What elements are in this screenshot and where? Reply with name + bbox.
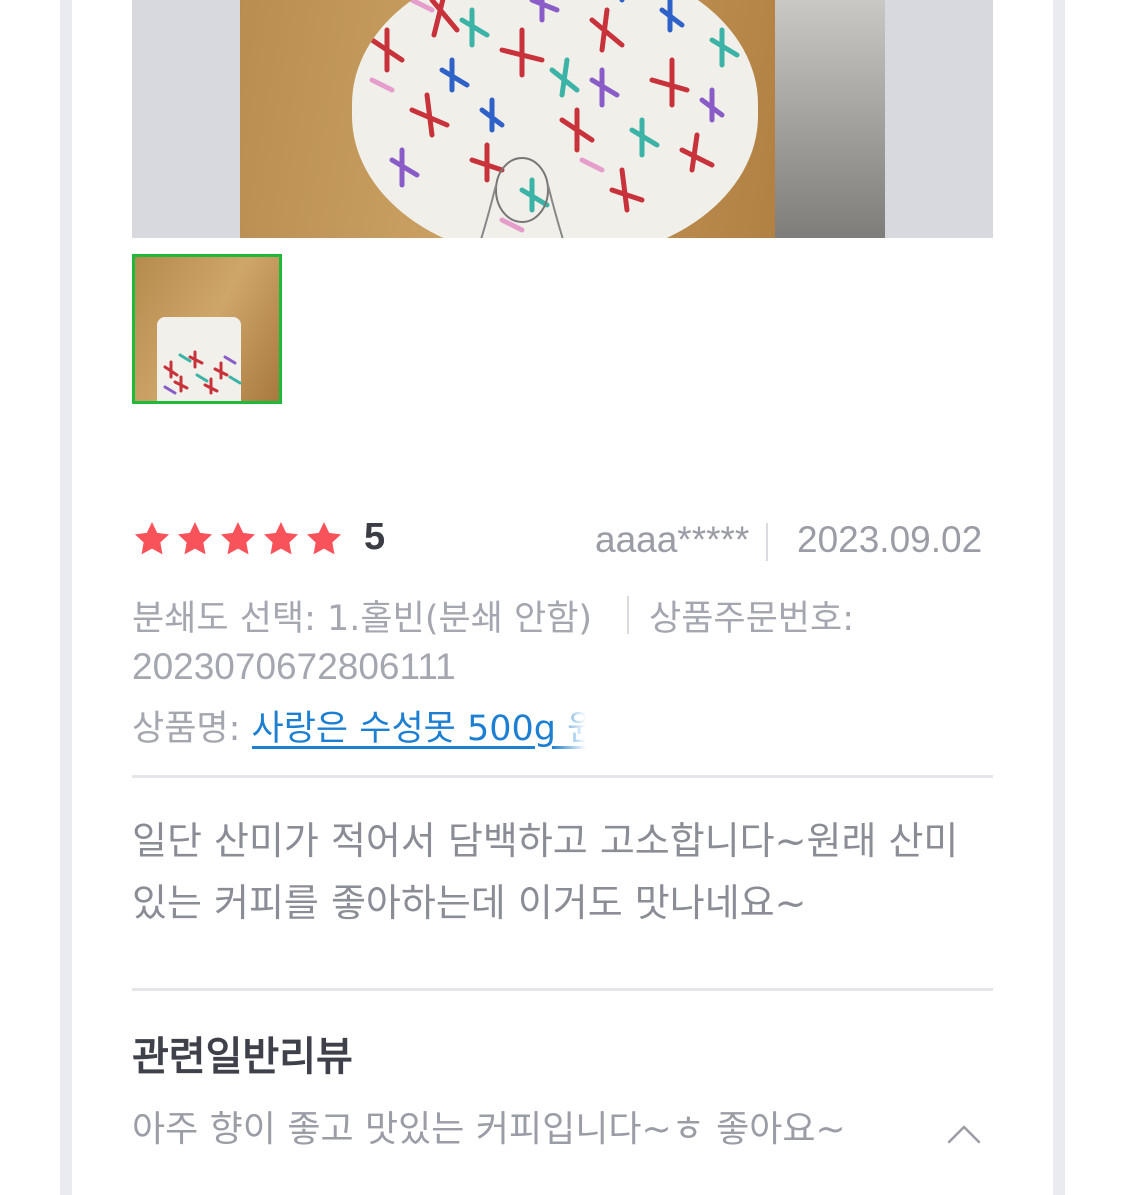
photo-background-shadow (775, 0, 885, 238)
photo-thumbnail-selected[interactable] (132, 254, 282, 404)
order-number-label: 상품주문번호: (649, 599, 854, 639)
page-frame-left (60, 0, 72, 1195)
option-info: 분쇄도 선택: 1.홀빈(분쇄 안함) (132, 599, 593, 639)
star-icon (178, 522, 212, 555)
product-name-row: 상품명: 사랑은 수성못 500g 원두 (132, 700, 586, 751)
reviewer-id: aaaa***** (595, 519, 750, 560)
divider (132, 775, 993, 778)
star-icon (307, 522, 341, 555)
review-date: 2023.09.02 (797, 519, 983, 560)
chevron-up-icon[interactable] (946, 1118, 982, 1148)
review-photo[interactable] (132, 0, 993, 238)
related-review-text[interactable]: 아주 향이 좋고 맛있는 커피입니다~ㅎ 좋아요~ (132, 1100, 846, 1152)
product-name-link[interactable]: 사랑은 수성못 500g 원두 (252, 700, 586, 751)
related-reviews-title: 관련일반리뷰 (132, 1034, 353, 1080)
option-separator (627, 596, 629, 634)
order-number: 2023070672806111 (132, 646, 456, 687)
coffee-bag-image (240, 0, 885, 238)
star-icon (221, 522, 255, 555)
star-icon (135, 522, 169, 555)
rating-value: 5 (364, 516, 386, 558)
star-icon (264, 522, 298, 555)
star-rating (132, 519, 344, 563)
page-frame-right (1053, 0, 1065, 1195)
divider (132, 988, 993, 991)
meta-separator (766, 523, 768, 561)
review-text: 일단 산미가 적어서 담백하고 고소합니다~원래 산미 있는 커피를 좋아하는데… (132, 819, 959, 925)
bag-label-illustration (352, 0, 758, 238)
product-name-label: 상품명: (132, 709, 252, 749)
